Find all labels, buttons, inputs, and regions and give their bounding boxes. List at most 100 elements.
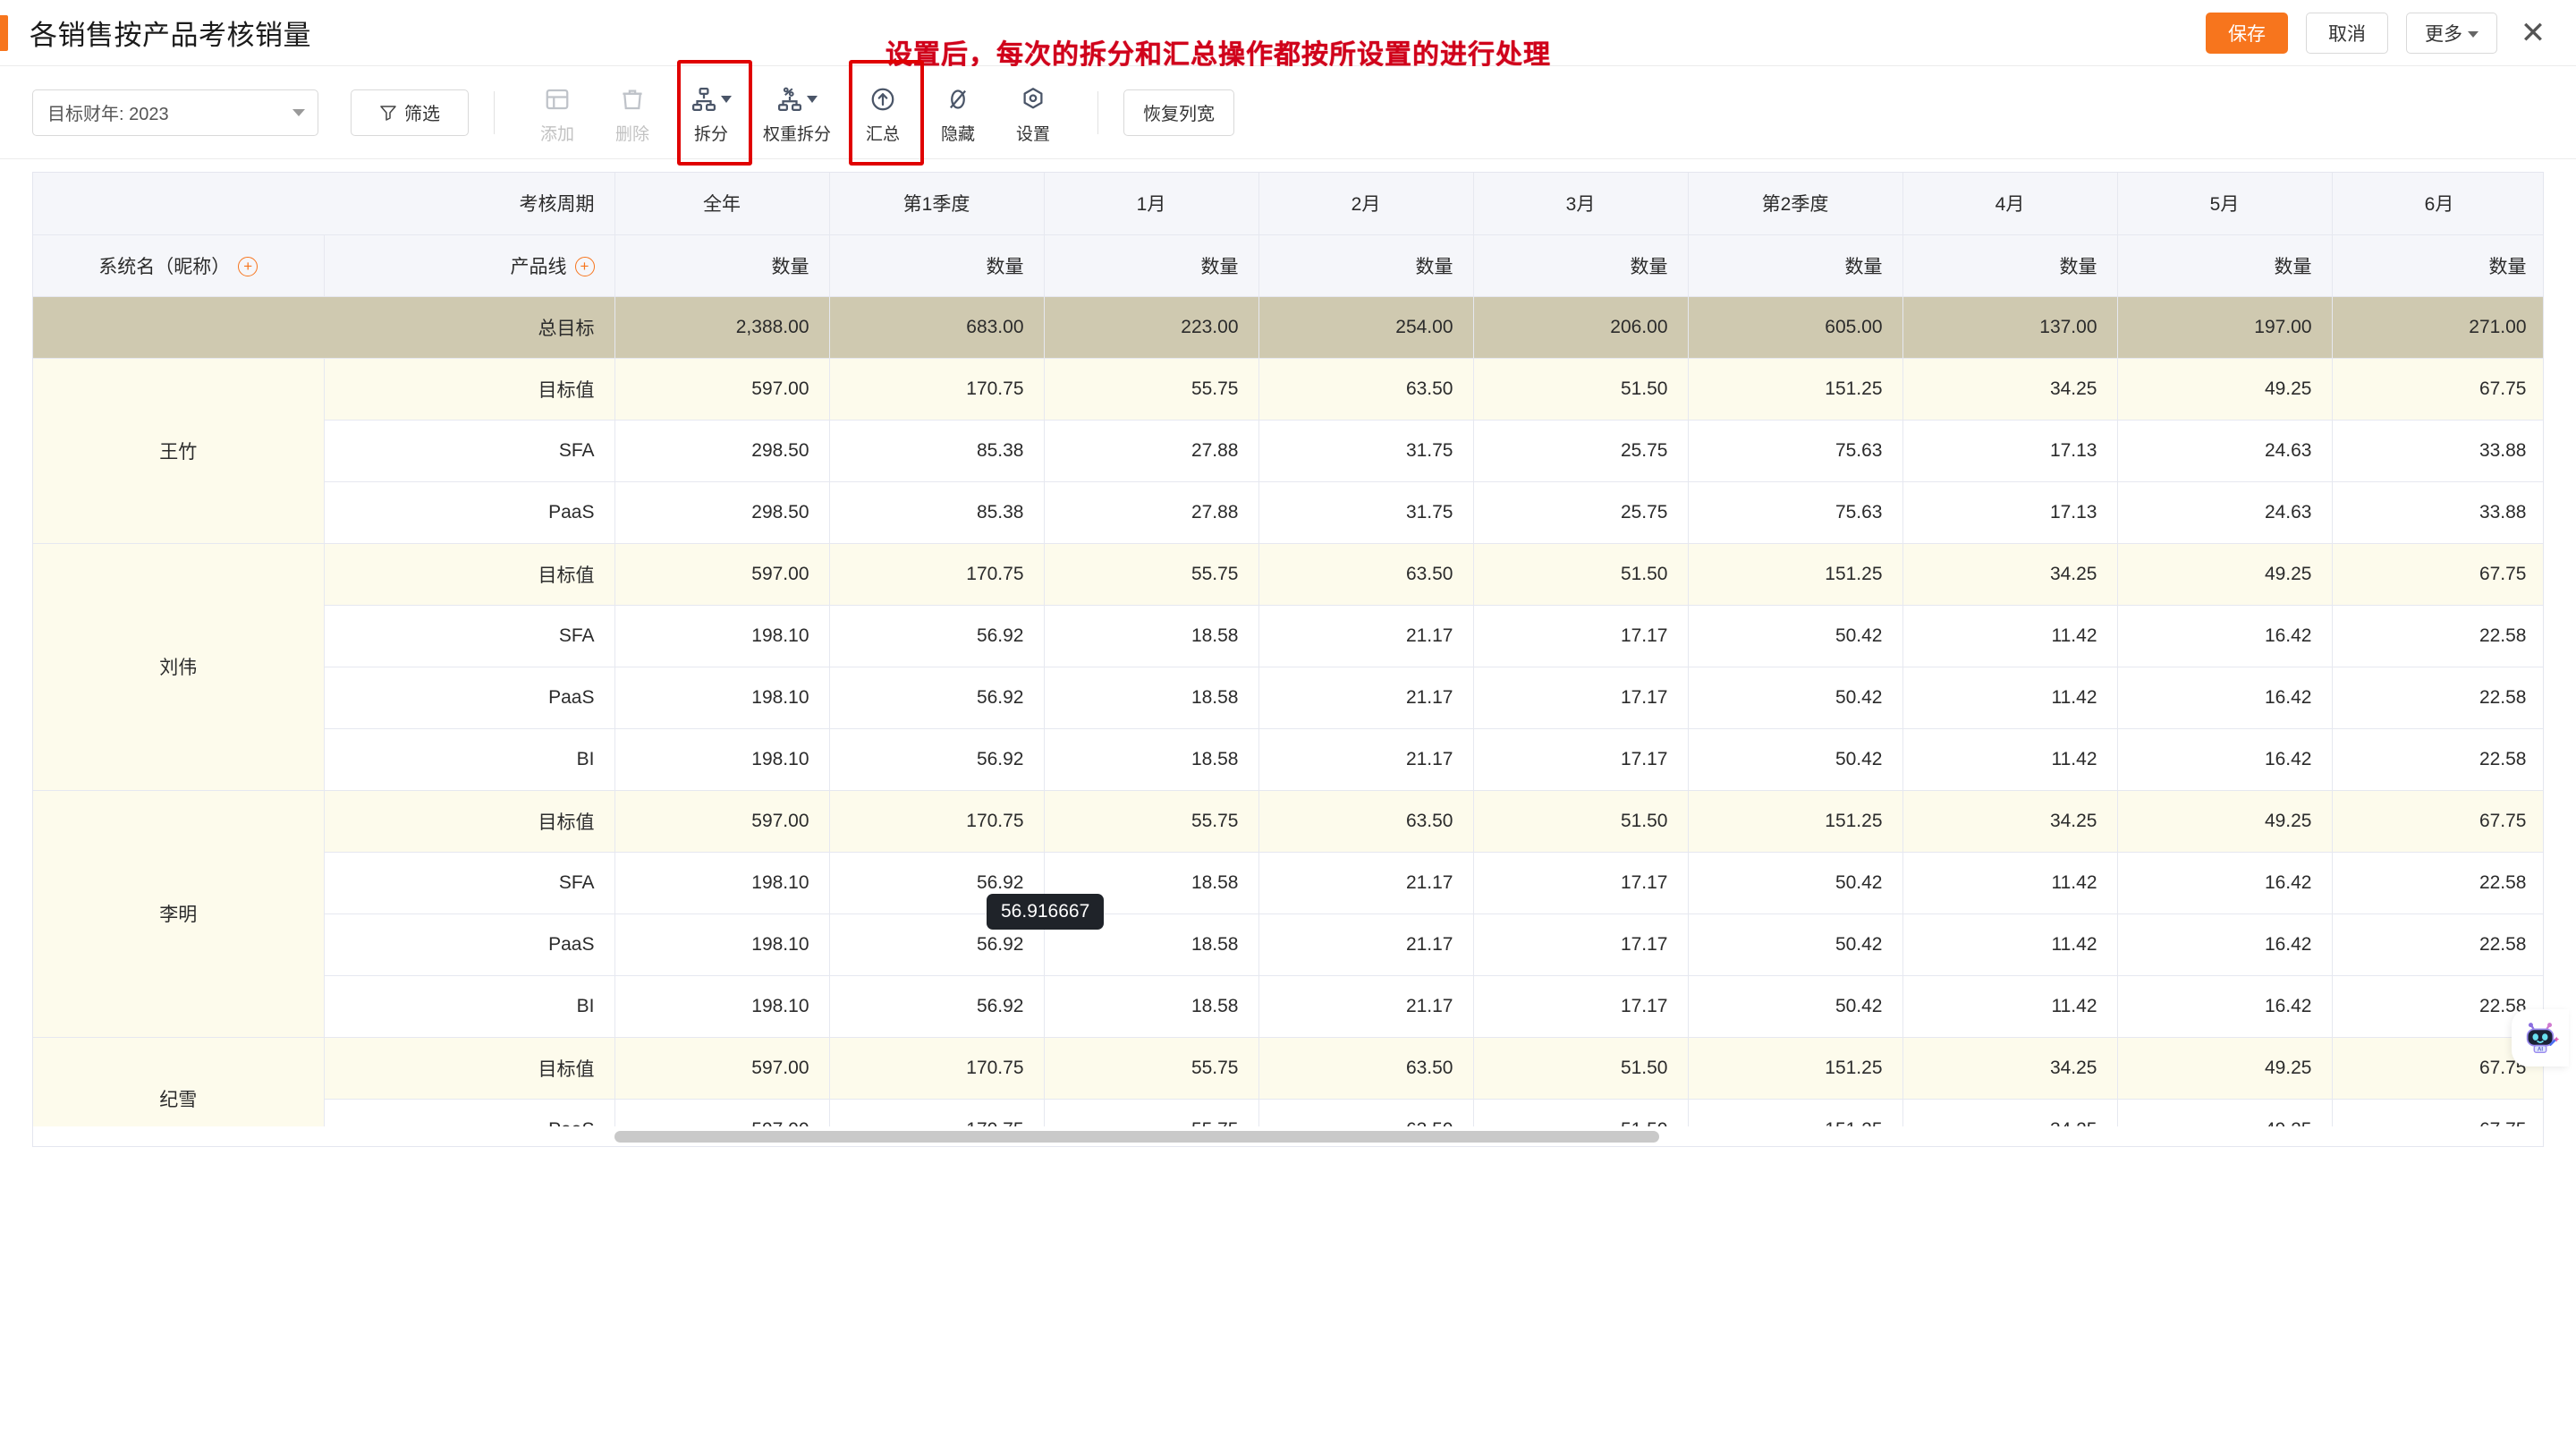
row-metric-label[interactable]: PaaS (324, 913, 615, 976)
row-metric-label[interactable]: 目标值 (324, 543, 615, 606)
table-row[interactable]: 王竹 目标值 597.00 170.75 55.75 63.50 51.50 151.25 34… (33, 358, 2543, 544)
row-metric-label[interactable]: BI (324, 728, 615, 791)
grid-cell[interactable]: 50.42 (1688, 852, 1903, 914)
grid-cell[interactable]: 27.88 (1044, 420, 1259, 482)
grid-cell[interactable]: 11.42 (1902, 728, 2118, 791)
grid-cell[interactable]: 63.50 (1258, 1037, 1474, 1100)
grid-cell[interactable]: 22.58 (2332, 728, 2543, 791)
table-row[interactable]: PaaS 198.10 56.92 18.58 21.17 17.17 50.42 11.42… (33, 667, 2543, 729)
grid-cell[interactable]: 151.25 (1688, 543, 1903, 606)
grid-cell[interactable]: 49.25 (2117, 543, 2333, 606)
grid-cell[interactable]: 49.25 (2117, 790, 2333, 853)
row-metric-label[interactable]: BI (324, 975, 615, 1038)
grid-cell[interactable]: 198.10 (614, 605, 830, 667)
grid-cell[interactable]: 50.42 (1688, 728, 1903, 791)
grid-cell[interactable]: 16.42 (2117, 728, 2333, 791)
column-header-6[interactable]: 4月 (1902, 173, 2118, 235)
grid-cell[interactable]: 34.25 (1902, 790, 2118, 853)
grid-cell[interactable]: 16.42 (2117, 913, 2333, 976)
row-metric-label[interactable]: SFA (324, 852, 615, 914)
table-row[interactable]: BI 198.10 56.92 18.58 21.17 17.17 50.42 11.42 16… (33, 728, 2543, 791)
grid-cell[interactable]: 11.42 (1902, 605, 2118, 667)
grid-cell[interactable]: 22.58 (2332, 913, 2543, 976)
grid-cell[interactable]: 18.58 (1044, 667, 1259, 729)
fiscal-year-select[interactable]: 目标财年: 2023 (32, 89, 318, 136)
table-row[interactable]: 纪雪 目标值 597.00 170.75 55.75 63.50 51.50 151.25 34… (33, 1037, 2543, 1146)
grid-cell[interactable]: 17.13 (1902, 420, 2118, 482)
grid-cell[interactable]: 254.00 (1258, 296, 1474, 359)
grid-cell[interactable]: 50.42 (1688, 975, 1903, 1038)
add-dimension-icon[interactable]: + (238, 256, 258, 276)
grid-cell[interactable]: 18.58 (1044, 605, 1259, 667)
row-metric-label[interactable]: PaaS (324, 481, 615, 544)
grid-cell[interactable]: 51.50 (1473, 543, 1689, 606)
grid-cell[interactable]: 2,388.00 (614, 296, 830, 359)
more-button[interactable]: 更多 (2406, 13, 2497, 54)
grid-cell[interactable]: 85.38 (829, 420, 1045, 482)
close-icon[interactable]: ✕ (2515, 15, 2551, 51)
column-header-7[interactable]: 5月 (2117, 173, 2333, 235)
row-metric-label[interactable]: SFA (324, 420, 615, 482)
grid-cell[interactable]: 137.00 (1902, 296, 2118, 359)
settings-button[interactable]: 设置 (996, 80, 1071, 146)
grid-cell[interactable]: 24.63 (2117, 481, 2333, 544)
column-header-8[interactable]: 6月 (2332, 173, 2543, 235)
grid-cell[interactable]: 683.00 (829, 296, 1045, 359)
grid-cell[interactable]: 170.75 (829, 358, 1045, 421)
table-row[interactable]: 李明 目标值 597.00 170.75 55.75 63.50 51.50 151.25 34… (33, 790, 2543, 1038)
grid-cell[interactable]: 17.17 (1473, 975, 1689, 1038)
grid-cell[interactable]: 31.75 (1258, 420, 1474, 482)
grid-cell[interactable]: 198.10 (614, 975, 830, 1038)
grid-cell[interactable]: 25.75 (1473, 420, 1689, 482)
grid-cell[interactable]: 170.75 (829, 1037, 1045, 1100)
grid-cell[interactable]: 85.38 (829, 481, 1045, 544)
grid-cell[interactable]: 67.75 (2332, 543, 2543, 606)
grid-cell[interactable]: 21.17 (1258, 975, 1474, 1038)
grid-cell[interactable]: 21.17 (1258, 913, 1474, 976)
grid-cell[interactable]: 198.10 (614, 667, 830, 729)
column-header-5[interactable]: 第2季度 (1688, 173, 1903, 235)
grid-cell[interactable]: 16.42 (2117, 605, 2333, 667)
grid-cell[interactable]: 21.17 (1258, 667, 1474, 729)
table-row[interactable]: SFA 198.10 56.92 18.58 21.17 17.17 50.42 11.42 1… (33, 605, 2543, 667)
horizontal-scrollbar-thumb[interactable] (614, 1131, 1659, 1143)
row-metric-label[interactable]: 目标值 (324, 790, 615, 853)
grid-cell[interactable]: 25.75 (1473, 481, 1689, 544)
grid-cell[interactable]: 17.17 (1473, 913, 1689, 976)
grid-cell[interactable]: 63.50 (1258, 543, 1474, 606)
grid-cell[interactable]: 51.50 (1473, 1037, 1689, 1100)
grid-cell[interactable]: 17.17 (1473, 667, 1689, 729)
hide-button[interactable]: 隐藏 (920, 80, 996, 146)
ai-assistant-button[interactable]: AI (2512, 1009, 2569, 1066)
grid-cell[interactable]: 56.92 (829, 728, 1045, 791)
grid-cell[interactable]: 22.58 (2332, 667, 2543, 729)
grid-cell[interactable]: 597.00 (614, 543, 830, 606)
grid-cell[interactable]: 27.88 (1044, 481, 1259, 544)
grid-cell[interactable]: 198.10 (614, 852, 830, 914)
grid-cell[interactable]: 597.00 (614, 1037, 830, 1100)
grid-cell[interactable]: 63.50 (1258, 790, 1474, 853)
horizontal-scrollbar[interactable] (33, 1126, 2543, 1146)
grid-cell[interactable]: 34.25 (1902, 358, 2118, 421)
grid-cell[interactable]: 56.92 (829, 605, 1045, 667)
grid-cell[interactable]: 605.00 (1688, 296, 1903, 359)
row-group-label[interactable]: 王竹 (33, 358, 325, 544)
grid-cell[interactable]: 11.42 (1902, 913, 2118, 976)
grid-cell[interactable]: 22.58 (2332, 852, 2543, 914)
weighted-split-button[interactable]: 权重拆分 (749, 80, 845, 146)
grid-cell[interactable]: 271.00 (2332, 296, 2543, 359)
grid-cell[interactable]: 33.88 (2332, 481, 2543, 544)
column-header-1[interactable]: 第1季度 (829, 173, 1045, 235)
grid-cell[interactable]: 16.42 (2117, 852, 2333, 914)
grid-cell[interactable]: 56.92 (829, 667, 1045, 729)
grid-cell[interactable]: 55.75 (1044, 790, 1259, 853)
grid-cell[interactable]: 17.17 (1473, 605, 1689, 667)
row-metric-label[interactable]: 目标值 (324, 358, 615, 421)
restore-column-width-button[interactable]: 恢复列宽 (1123, 89, 1234, 136)
dimension-header-system[interactable]: 系统名（昵称） + (33, 234, 325, 297)
grid-cell[interactable]: 11.42 (1902, 975, 2118, 1038)
grid-cell[interactable]: 18.58 (1044, 728, 1259, 791)
grid-cell[interactable]: 17.13 (1902, 481, 2118, 544)
cancel-button[interactable]: 取消 (2306, 13, 2388, 54)
grid-cell[interactable]: 34.25 (1902, 1037, 2118, 1100)
